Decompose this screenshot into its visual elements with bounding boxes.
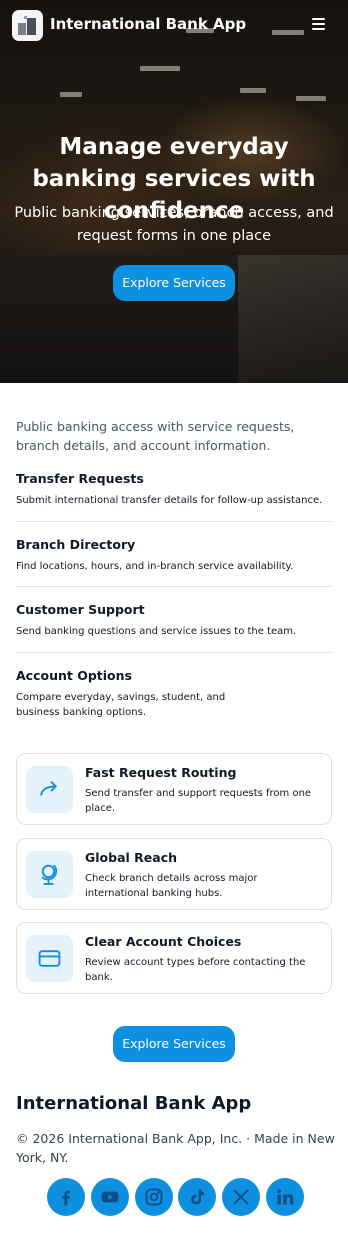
- service-description: Compare everyday, savings, student, and …: [16, 692, 226, 718]
- explore-services-button[interactable]: Explore Services: [113, 265, 235, 301]
- instagram-icon[interactable]: [135, 1178, 173, 1216]
- tiktok-icon[interactable]: [178, 1178, 216, 1216]
- globe-icon: [26, 851, 73, 898]
- copyright-text: © 2026 International Bank App, Inc. · Ma…: [16, 1131, 335, 1165]
- service-item-customer-support[interactable]: Customer Support Send banking questions …: [16, 601, 332, 639]
- linkedin-icon[interactable]: [266, 1178, 304, 1216]
- hamburger-menu-icon[interactable]: [310, 16, 328, 32]
- feature-title: Global Reach: [85, 850, 177, 865]
- footer-title: International Bank App: [16, 1093, 252, 1114]
- youtube-icon[interactable]: [91, 1178, 129, 1216]
- bank-logo[interactable]: [12, 10, 43, 41]
- service-title: Transfer Requests: [16, 471, 144, 486]
- social-links: [47, 1178, 307, 1216]
- hero-subtitle: Public banking services, branch access, …: [14, 205, 334, 244]
- credit-card-icon: [26, 935, 73, 982]
- intro-text: Public banking access with service reque…: [16, 419, 295, 453]
- service-title: Account Options: [16, 668, 132, 683]
- feature-card-global-reach[interactable]: Global Reach Check branch details across…: [16, 838, 332, 910]
- service-description: Send banking questions and service issue…: [16, 626, 297, 637]
- x-icon[interactable]: [222, 1178, 260, 1216]
- service-title: Branch Directory: [16, 537, 136, 552]
- arrow-forward-icon: [26, 766, 73, 813]
- service-item-branch-directory[interactable]: Branch Directory Find locations, hours, …: [16, 536, 332, 574]
- feature-title: Fast Request Routing: [85, 765, 237, 780]
- service-title: Customer Support: [16, 602, 145, 617]
- hero-section: International Bank App Manage everyday b…: [0, 0, 348, 383]
- feature-card-fast-request-routing[interactable]: Fast Request Routing Send transfer and s…: [16, 753, 332, 825]
- feature-description: Check branch details across major intern…: [85, 873, 258, 899]
- feature-description: Send transfer and support requests from …: [85, 788, 312, 814]
- divider: [16, 652, 332, 653]
- service-description: Find locations, hours, and in-branch ser…: [16, 561, 294, 572]
- feature-description: Review account types before contacting t…: [85, 957, 306, 983]
- app-name[interactable]: International Bank App: [50, 15, 246, 33]
- feature-title: Clear Account Choices: [85, 934, 242, 949]
- service-description: Submit international transfer details fo…: [16, 495, 323, 506]
- explore-services-bottom-button[interactable]: Explore Services: [113, 1026, 235, 1062]
- service-item-transfer-requests[interactable]: Transfer Requests Submit international t…: [16, 470, 332, 508]
- facebook-icon[interactable]: [47, 1178, 85, 1216]
- feature-card-clear-account-choices[interactable]: Clear Account Choices Review account typ…: [16, 922, 332, 994]
- service-item-account-options[interactable]: Account Options Compare everyday, saving…: [16, 667, 266, 720]
- divider: [16, 586, 332, 587]
- top-navigation: International Bank App: [0, 0, 348, 52]
- divider: [16, 521, 332, 522]
